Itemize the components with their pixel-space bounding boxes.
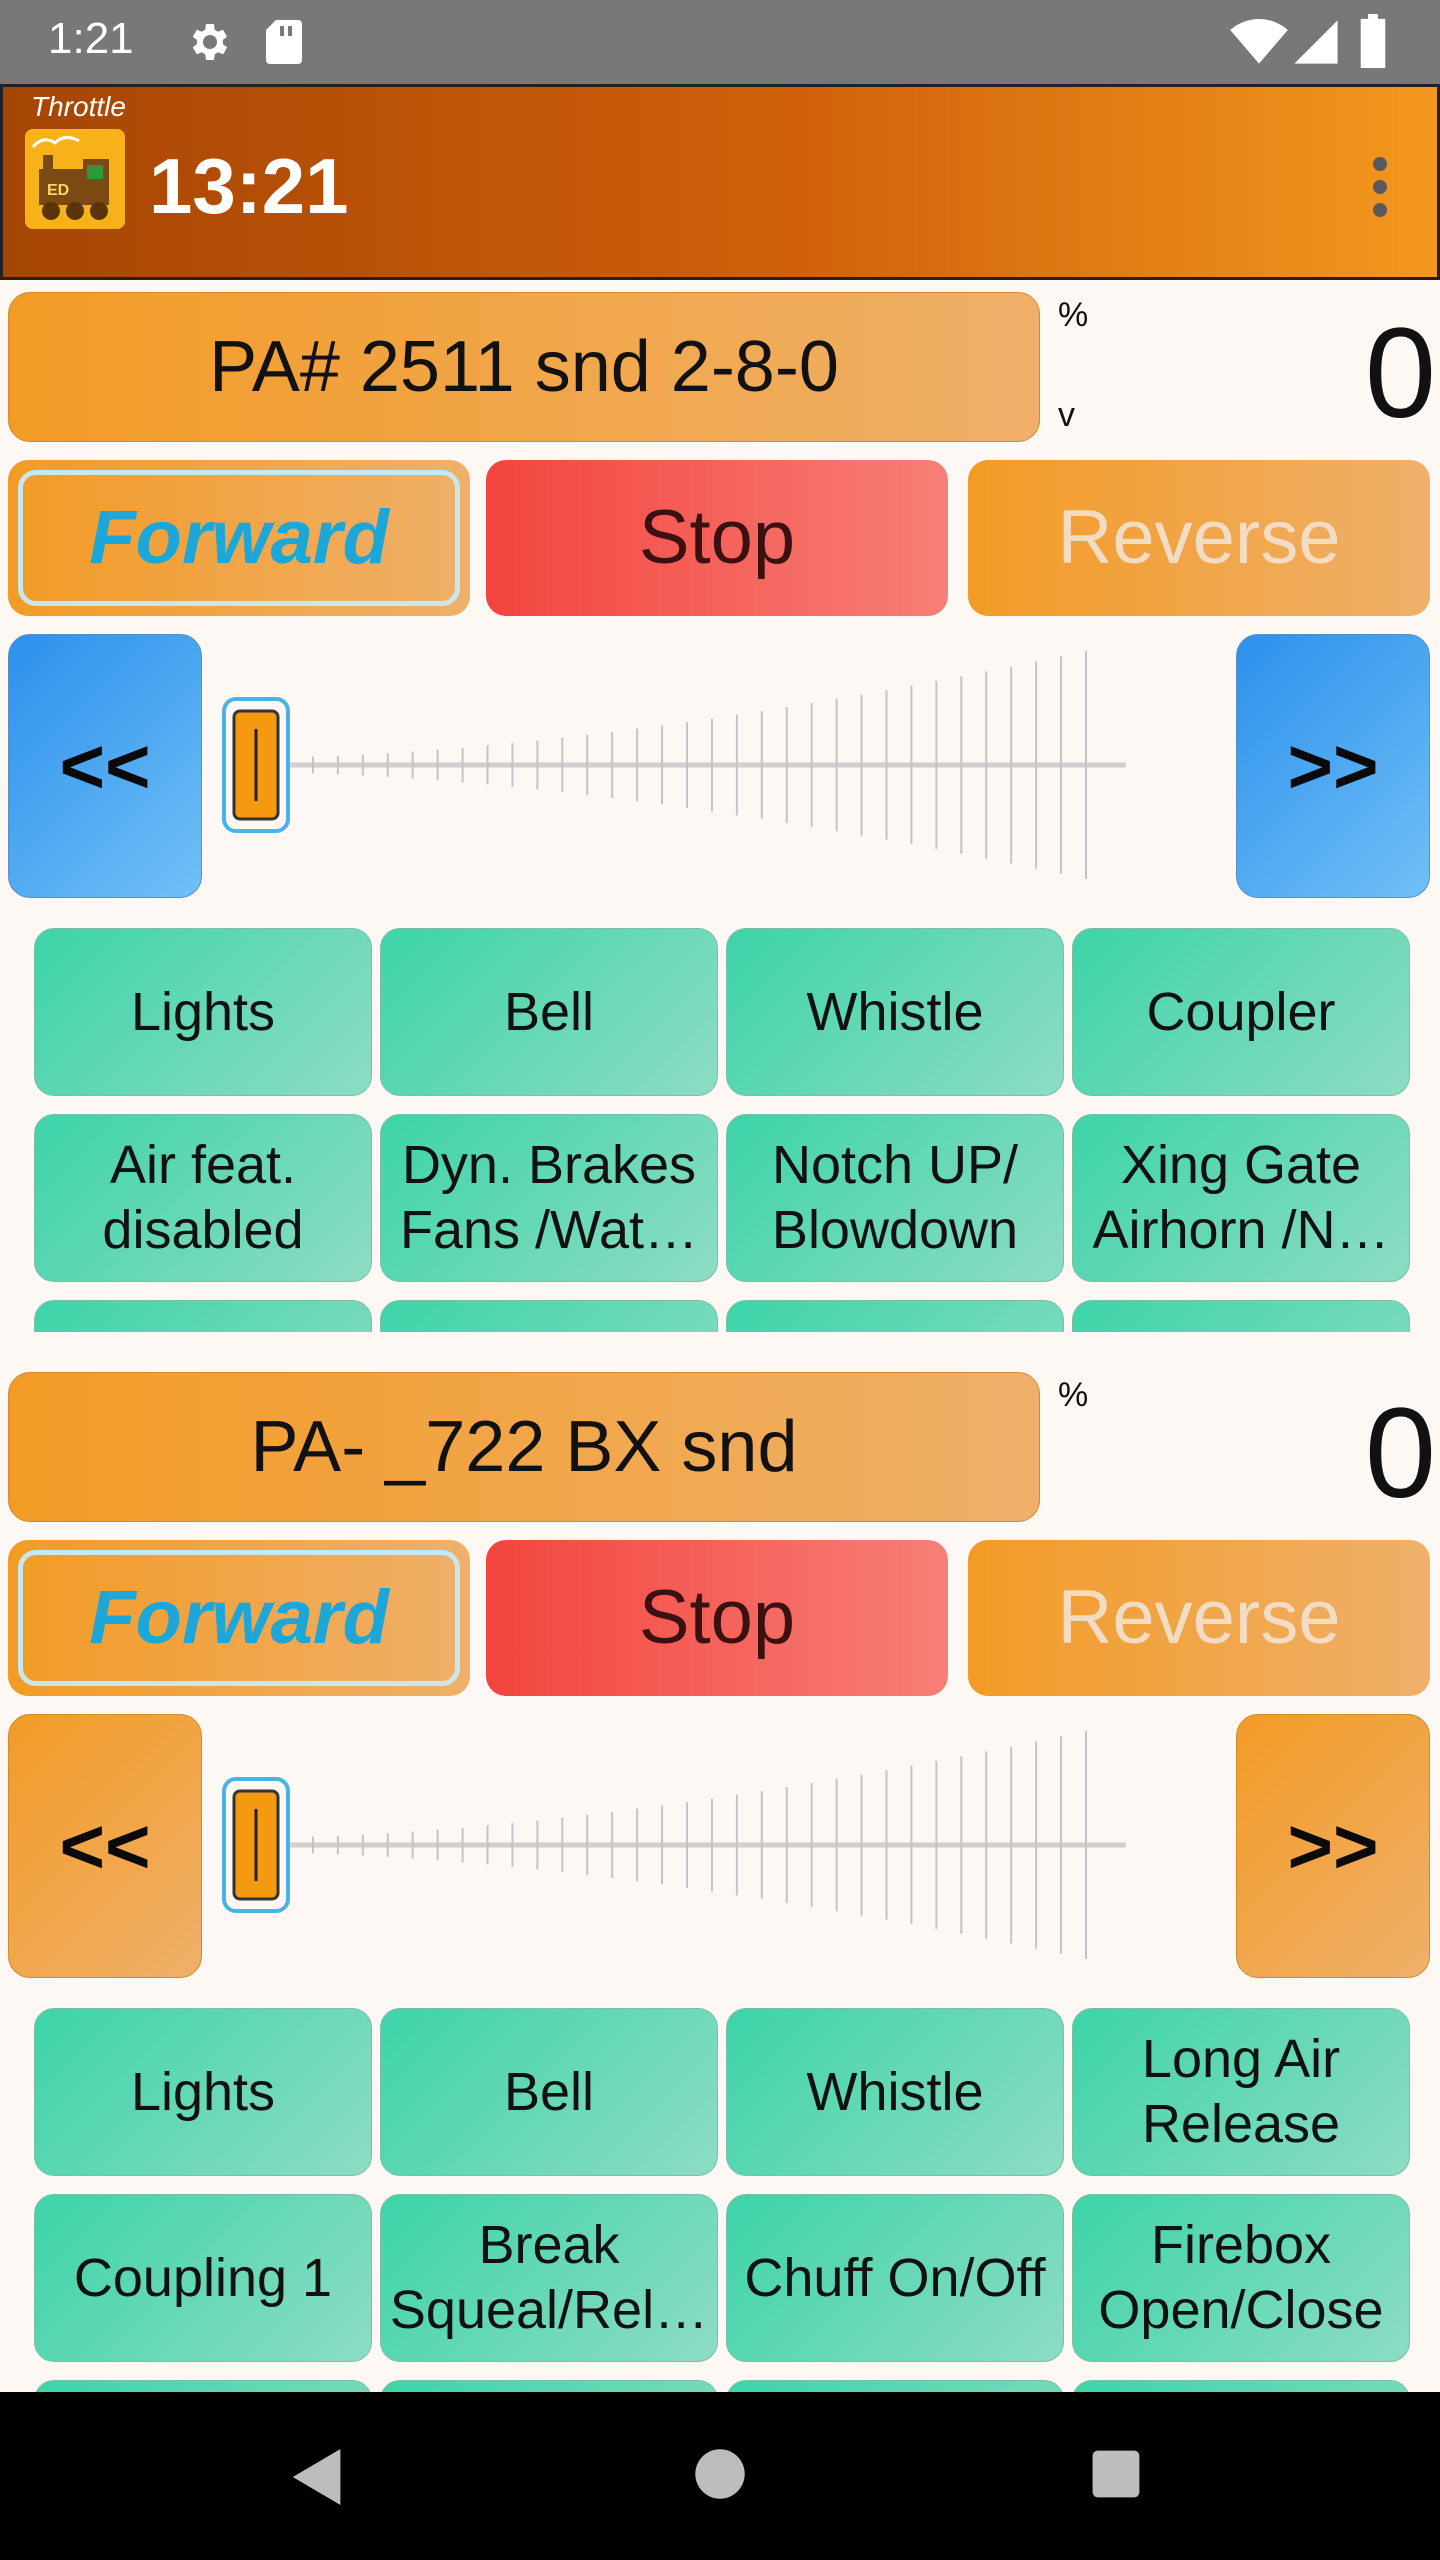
speed-slider-track [222,1731,1126,1959]
speed-unit-label: % [1058,296,1089,334]
function-button[interactable]: Bell [380,928,718,1096]
cell-signal-icon [1292,18,1340,71]
function-label: Blowdown [771,1200,1019,1260]
function-button[interactable]: Bell [380,2008,718,2176]
function-button[interactable] [726,2380,1064,2392]
function-label: Break [478,2215,620,2276]
function-button[interactable]: Break Squeal/Rel… [380,2194,718,2362]
recents-icon[interactable] [1090,2448,1142,2505]
wifi-icon [1230,18,1288,71]
speed-slider-track [222,651,1126,879]
battery-icon [1358,14,1388,73]
back-icon[interactable] [290,2446,346,2513]
function-button[interactable]: Whistle [726,928,1064,1096]
status-time: 1:21 [48,14,134,63]
app-subtitle: Throttle [31,91,126,122]
function-button[interactable] [380,1300,718,1332]
function-button[interactable]: Notch UP/ Blowdown [726,1114,1064,1282]
svg-text:ED: ED [47,182,69,199]
sd-card-icon [262,18,306,71]
function-label: Whistle [806,981,984,1042]
reverse-button[interactable]: Reverse [968,460,1430,616]
function-label: Dyn. Brakes [401,1135,697,1196]
gear-icon [184,18,232,71]
speed-value: 0 [1364,1382,1436,1525]
function-label: Release [1141,2094,1341,2154]
reverse-button[interactable]: Reverse [968,1540,1430,1696]
function-label: disabled [102,1200,304,1260]
function-label: Chuff On/Off [744,2247,1046,2308]
function-button[interactable]: Lights [34,2008,372,2176]
function-grid: Lights Bell Whistle Long Air Release Cou… [0,2000,1440,2392]
function-label: Open/Close [1098,2280,1384,2340]
function-button[interactable] [726,1300,1064,1332]
function-button[interactable]: Xing Gate Airhorn /N… [1072,1114,1410,1282]
function-grid: Lights Bell Whistle Coupler Air feat. di… [0,920,1440,1332]
function-label: Whistle [806,2061,984,2122]
speed-down-button[interactable]: << [8,1714,202,1978]
function-label: Xing Gate [1120,1135,1362,1196]
function-button[interactable]: Long Air Release [1072,2008,1410,2176]
speed-slider[interactable] [222,1714,1182,1976]
stop-button[interactable]: Stop [486,1540,948,1696]
speed-up-button[interactable]: >> [1236,634,1430,898]
home-icon[interactable] [694,2448,746,2505]
app-title: 13:21 [149,142,349,230]
function-button[interactable]: Firebox Open/Close [1072,2194,1410,2362]
function-button[interactable]: Lights [34,928,372,1096]
speed-slider[interactable] [222,634,1182,896]
function-button[interactable]: Coupler [1072,928,1410,1096]
forward-button[interactable]: Forward [8,460,470,616]
function-button[interactable] [380,2380,718,2392]
function-label: Lights [130,2061,276,2122]
status-bar: 1:21 [0,0,1440,84]
speed-up-button[interactable]: >> [1236,1714,1430,1978]
function-button[interactable] [34,1300,372,1332]
function-button[interactable]: Chuff On/Off [726,2194,1064,2362]
function-label: Lights [130,981,276,1042]
slider-thumb[interactable] [222,697,290,833]
function-label: Fans /Wat… [399,1200,699,1260]
function-button[interactable]: Dyn. Brakes Fans /Wat… [380,1114,718,1282]
stop-button[interactable]: Stop [486,460,948,616]
forward-label: Forward [18,1550,460,1686]
function-label: Coupler [1146,981,1336,1042]
loco-name-button[interactable]: PA- _722 BX snd [8,1372,1040,1522]
function-label: Bell [503,981,595,1042]
slider-thumb[interactable] [222,1777,290,1913]
function-button[interactable]: Coupling 1 [34,2194,372,2362]
function-label: Long Air [1141,2029,1341,2090]
loco-name-button[interactable]: PA# 2511 snd 2-8-0 [8,292,1040,442]
speed-down-button[interactable]: << [8,634,202,898]
speed-unit-sub-label: v [1058,396,1075,434]
function-label: Coupling 1 [73,2247,333,2308]
function-label: Airhorn /N… [1092,1200,1390,1260]
function-label: Notch UP/ [771,1135,1019,1196]
train-logo-icon: ED [25,129,125,229]
app-bar: Throttle ED 13:21 [0,84,1440,280]
function-button[interactable] [34,2380,372,2392]
speed-value: 0 [1364,302,1436,445]
function-label: Squeal/Rel… [389,2280,709,2340]
overflow-menu-icon[interactable] [1373,157,1389,217]
function-button[interactable] [1072,1300,1410,1332]
forward-button[interactable]: Forward [8,1540,470,1696]
function-button[interactable] [1072,2380,1410,2392]
function-label: Bell [503,2061,595,2122]
speed-unit-label: % [1058,1376,1089,1414]
function-button[interactable]: Whistle [726,2008,1064,2176]
navigation-bar [0,2392,1440,2560]
function-button[interactable]: Air feat. disabled [34,1114,372,1282]
forward-label: Forward [18,470,460,606]
function-label: Firebox [1150,2215,1332,2276]
function-label: Air feat. [109,1135,297,1196]
